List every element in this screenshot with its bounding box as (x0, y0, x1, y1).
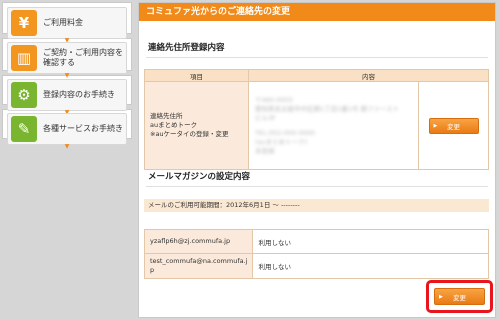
sidebar-item-billing[interactable]: ¥ ご利用料金 ▼ (7, 7, 127, 44)
blurred-address-line: ビル3F (255, 113, 276, 122)
sidebar: ¥ ご利用料金 ▼ ▥ ご契約・ご利用内容を 確認する ▼ ⚙ 登録内容のお手続… (2, 2, 132, 150)
main-panel: コミュファ光からのご連絡先の変更 連絡先住所登録内容 項目 内容 連絡先住所 a… (138, 2, 496, 318)
mail-status: 利用しない (252, 253, 489, 279)
mail-address: test_commufa@na.commufa.j p (143, 253, 254, 279)
sidebar-item-label: 各種サービスお手続き (43, 124, 123, 133)
book-icon: ▥ (11, 45, 37, 71)
label-address: 連絡先住所 (150, 112, 183, 120)
divider (146, 57, 488, 58)
sidebar-item-label: 登録内容のお手続き (43, 90, 115, 99)
mail-address-line2: p (150, 266, 155, 274)
blurred-address-line: 愛知県名古屋市中区錦1丁目1番1号 錦ファースト (255, 104, 400, 113)
play-arrow-icon: ▶ (433, 122, 438, 129)
chevron-down-icon: ▼ (64, 143, 70, 150)
change-button-label: 変更 (447, 122, 460, 131)
page-title: コミュファ光からのご連絡先の変更 (139, 3, 495, 21)
table-row: test_commufa@na.commufa.j p 利用しない (143, 253, 489, 279)
contact-row-content: 〒460-0003 愛知県名古屋市中区錦1丁目1番1号 錦ファースト ビル3F … (248, 81, 419, 170)
sidebar-group: ⚙ 登録内容のお手続き ▼ (2, 75, 132, 116)
blurred-phone-line: TEL:052-000-0000 (255, 128, 315, 137)
sidebar-item-label-line1: ご契約・ご利用内容を (43, 48, 123, 57)
sidebar-item-contract[interactable]: ▥ ご契約・ご利用内容を 確認する ▼ (7, 42, 127, 79)
sidebar-item-services[interactable]: ✎ 各種サービスお手続き ▼ (7, 113, 127, 150)
blurred-phone-note: (auまとめトーク) (255, 137, 308, 146)
yen-icon: ¥ (11, 10, 37, 36)
magazine-period: メールのご利用可能期間：2012年6月1日 ～ -------- (144, 199, 489, 212)
gears-icon: ⚙ (11, 82, 37, 108)
table-row: yzaflp6h@zj.commufa.jp 利用しない (143, 229, 489, 254)
sidebar-group: ▥ ご契約・ご利用内容を 確認する ▼ (2, 38, 132, 79)
mail-address: yzaflp6h@zj.commufa.jp (143, 229, 254, 254)
magazine-table: yzaflp6h@zj.commufa.jp 利用しない test_commuf… (143, 229, 489, 279)
sidebar-item-label-line2: 確認する (43, 58, 75, 67)
change-contact-button[interactable]: ▶ 変更 (428, 117, 479, 134)
divider (146, 186, 488, 187)
sidebar-item-label: ご契約・ご利用内容を 確認する (43, 48, 123, 68)
contact-row-action: ▶ 変更 (418, 81, 489, 170)
contact-table: 項目 内容 連絡先住所 auまとめトーク ※auケータイの登録・変更 〒460-… (144, 69, 489, 170)
sidebar-group: ¥ ご利用料金 ▼ (2, 2, 132, 44)
highlight-frame (426, 280, 493, 313)
column-header-item: 項目 (144, 69, 249, 82)
label-au-note: ※auケータイの登録・変更 (150, 130, 229, 138)
sidebar-item-label: ご利用料金 (43, 18, 83, 27)
mail-address-line1: test_commufa@na.commufa.j (150, 257, 248, 265)
label-au-matome: auまとめトーク (150, 121, 198, 129)
blurred-address-line: 〒460-0003 (255, 95, 293, 104)
sidebar-group: ✎ 各種サービスお手続き ▼ (2, 109, 132, 150)
mail-status: 利用しない (252, 229, 489, 254)
sidebar-item-registration[interactable]: ⚙ 登録内容のお手続き ▼ (7, 79, 127, 116)
column-header-content: 内容 (248, 69, 489, 82)
contact-section-heading: 連絡先住所登録内容 (148, 43, 225, 53)
blurred-au-status: 未登録 (255, 146, 275, 155)
checklist-icon: ✎ (11, 116, 37, 142)
contact-row-label: 連絡先住所 auまとめトーク ※auケータイの登録・変更 (144, 81, 249, 170)
magazine-section-heading: メールマガジンの設定内容 (148, 172, 251, 182)
